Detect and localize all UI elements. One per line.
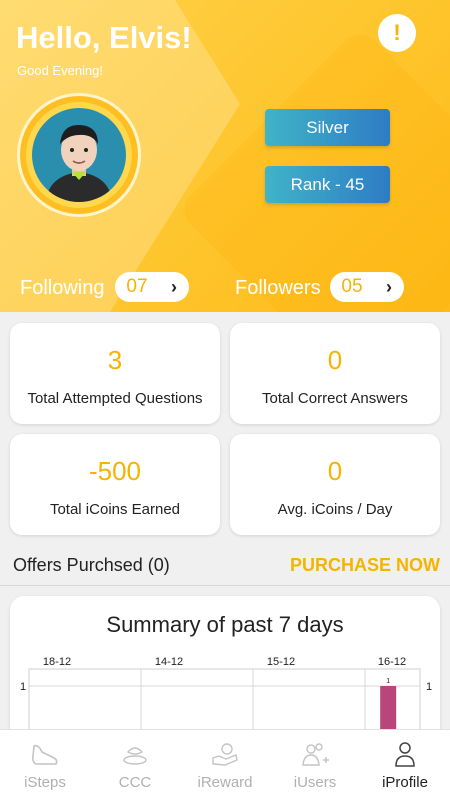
following-count: 07 (126, 276, 148, 297)
nav-label: iProfile (382, 774, 428, 791)
nav-label: iUsers (293, 774, 337, 791)
x-tick-label: 14-12 (155, 656, 183, 668)
x-tick-label: 15-12 (267, 656, 295, 668)
stat-card-correct: 0 Total Correct Answers (230, 323, 440, 424)
greeting-title: Hello, Elvis! (16, 20, 192, 55)
stat-value: -500 (88, 456, 142, 486)
chevron-right-icon: › (171, 276, 177, 297)
users-icon (302, 743, 329, 766)
offers-purchased-label: Offers Purchsed (0) (13, 555, 170, 575)
profile-icon (395, 742, 415, 767)
rank-badge[interactable]: Rank - 45 (265, 166, 390, 203)
avatar[interactable] (17, 93, 141, 217)
stat-value: 3 (107, 345, 123, 375)
nav-item-ccc[interactable]: CCC (90, 730, 180, 800)
nav-label: iReward (197, 774, 253, 791)
following-button[interactable]: 07 › (115, 272, 189, 302)
profile-header: Hello, Elvis! Good Evening! ! Silver Ran… (0, 0, 450, 312)
x-tick-label: 18-12 (43, 656, 71, 668)
nav-item-iusers[interactable]: iUsers (270, 730, 360, 800)
user-avatar (32, 108, 126, 202)
stat-label: Total Attempted Questions (27, 390, 203, 407)
nav-label: iSteps (24, 774, 66, 791)
reward-icon (212, 743, 238, 766)
bottom-nav: iSteps CCC iReward iUsers iProfile (0, 729, 450, 800)
nav-label: CCC (118, 774, 152, 791)
following-label: Following (20, 277, 105, 299)
nav-item-ireward[interactable]: iReward (180, 730, 270, 800)
stat-label: Total Correct Answers (262, 390, 408, 407)
stat-card-icoins: -500 Total iCoins Earned (10, 434, 220, 535)
nav-item-iprofile[interactable]: iProfile (360, 730, 450, 800)
greeting-subtitle: Good Evening! (17, 63, 104, 78)
stat-label: Avg. iCoins / Day (277, 501, 393, 518)
y-tick-label-left: 1 (20, 681, 26, 693)
followers-button[interactable]: 05 › (330, 272, 404, 302)
stat-value: 0 (327, 345, 343, 375)
steps-icon (32, 744, 58, 765)
bar-value-label: 1 (386, 678, 390, 685)
tier-badge[interactable]: Silver (265, 109, 390, 146)
x-tick-label: 16-12 (378, 656, 406, 668)
stat-card-avg-icoins: 0 Avg. iCoins / Day (230, 434, 440, 535)
nav-item-isteps[interactable]: iSteps (0, 730, 90, 800)
stat-card-attempted: 3 Total Attempted Questions (10, 323, 220, 424)
ccc-icon (123, 747, 147, 765)
chevron-right-icon: › (386, 276, 392, 297)
divider (0, 585, 450, 586)
followers-count: 05 (341, 276, 363, 297)
y-tick-label-right: 1 (426, 681, 432, 693)
stat-label: Total iCoins Earned (49, 501, 181, 518)
followers-label: Followers (235, 277, 321, 299)
alert-icon[interactable]: ! (378, 14, 416, 52)
purchase-now-button[interactable]: PURCHASE NOW (290, 555, 440, 576)
stat-value: 0 (327, 456, 343, 486)
